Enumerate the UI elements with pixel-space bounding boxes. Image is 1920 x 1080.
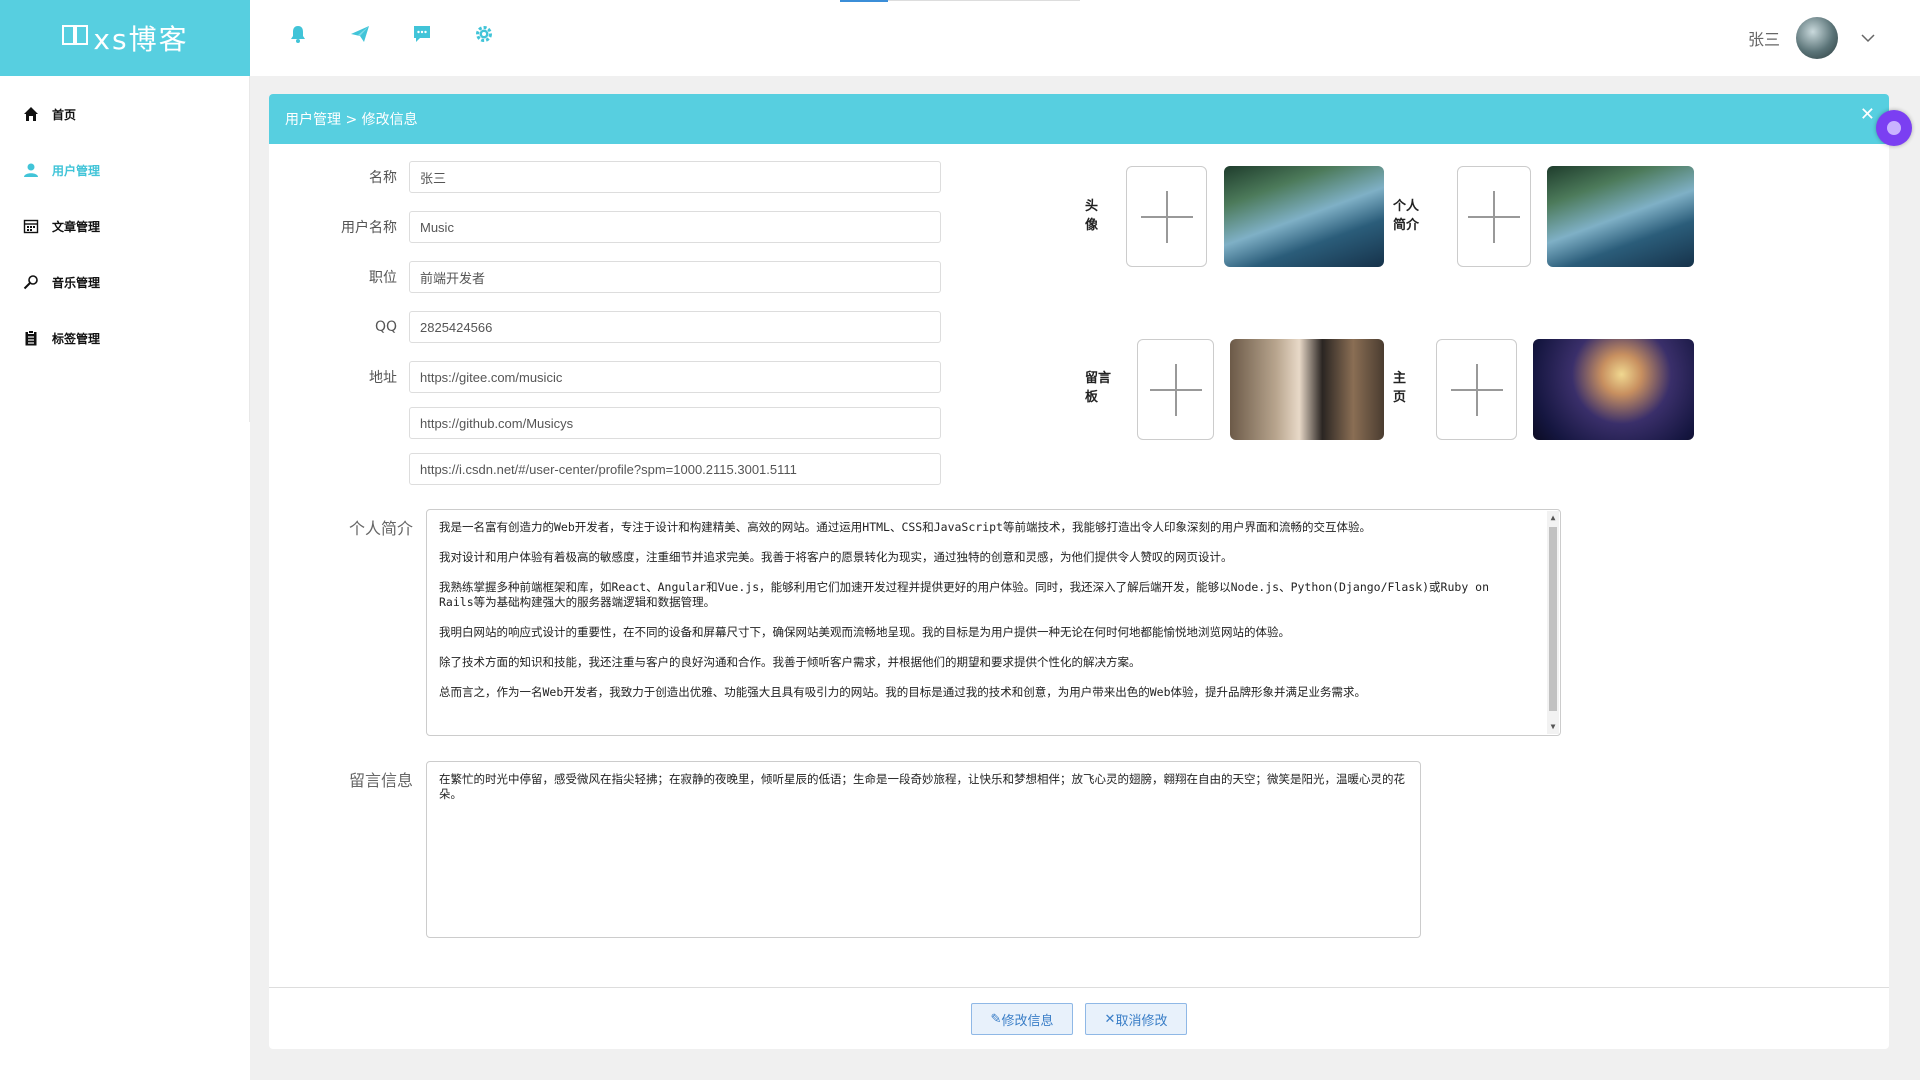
- plus-icon: [1140, 190, 1193, 243]
- sidebar-item-label: 用户管理: [52, 163, 101, 178]
- search-music-icon: [22, 273, 40, 291]
- sidebar-item-tags[interactable]: 标签管理: [0, 310, 249, 366]
- floating-assistant-button[interactable]: [1876, 110, 1912, 146]
- scroll-down-icon[interactable]: ▼: [1549, 722, 1557, 732]
- sidebar-item-label: 文章管理: [52, 219, 101, 234]
- logo-text: xs博客: [93, 23, 189, 56]
- message-text: 在繁忙的时光中停留，感受微风在指尖轻拂；在寂静的夜晚里，倾听星辰的低语；生命是一…: [439, 772, 1405, 801]
- gear-icon[interactable]: [472, 22, 496, 46]
- position-row: 职位: [269, 261, 941, 293]
- chat-icon[interactable]: [410, 22, 434, 46]
- plus-icon: [1149, 363, 1202, 416]
- address-label: 地址: [369, 370, 397, 386]
- address-row: 地址: [269, 361, 941, 393]
- avatar-image[interactable]: [1224, 166, 1384, 267]
- home-icon: [22, 105, 40, 123]
- qq-field[interactable]: [409, 311, 941, 343]
- panel-header: 用户管理 > 修改信息 ✕: [269, 94, 1889, 144]
- board-image-label: 留言板: [1085, 371, 1112, 405]
- qq-label: QQ: [374, 319, 397, 335]
- intro-paragraph: 总而言之，作为一名Web开发者，我致力于创造出优雅、功能强大且具有吸引力的网站。…: [439, 685, 1367, 699]
- intro-image-label: 个人简介: [1393, 199, 1420, 233]
- top-progress-line: [840, 0, 1080, 2]
- address-field-github[interactable]: [409, 407, 941, 439]
- name-field[interactable]: [409, 161, 941, 193]
- page-bottom: [250, 1050, 1920, 1080]
- intro-upload-button[interactable]: [1457, 166, 1531, 267]
- name-label: 名称: [369, 170, 397, 186]
- top-bar: 张三: [250, 0, 1920, 76]
- book-icon: [61, 23, 89, 54]
- clipboard-icon: [22, 329, 40, 347]
- bell-icon[interactable]: [286, 22, 310, 46]
- sidebar-item-home[interactable]: 首页: [0, 86, 249, 142]
- sidebar-item-label: 标签管理: [52, 331, 101, 346]
- edit-icon: ✎: [990, 1011, 1002, 1026]
- submit-button[interactable]: ✎ 修改信息: [971, 1003, 1073, 1035]
- address-field-gitee[interactable]: [409, 361, 941, 393]
- message-textarea[interactable]: 在繁忙的时光中停留，感受微风在指尖轻拂；在寂静的夜晚里，倾听星辰的低语；生命是一…: [426, 761, 1421, 938]
- cancel-button[interactable]: ✕ 取消修改: [1085, 1003, 1187, 1035]
- sidebar: xs博客 首页 用户管理 文章管理 音乐管理 标签管理: [0, 0, 250, 1080]
- cancel-label: 取消修改: [1115, 1012, 1168, 1028]
- board-upload-button[interactable]: [1137, 339, 1214, 440]
- close-icon[interactable]: ✕: [1860, 104, 1875, 125]
- plus-icon: [1468, 190, 1520, 243]
- breadcrumb: 用户管理 > 修改信息: [285, 112, 418, 128]
- logo[interactable]: xs博客: [0, 0, 250, 76]
- intro-paragraph: 我是一名富有创造力的Web开发者，专注于设计和构建精美、高效的网站。通过运用HT…: [439, 520, 1371, 534]
- chevron-down-icon[interactable]: [1860, 30, 1876, 46]
- scrollbar-thumb[interactable]: [1549, 527, 1557, 711]
- intro-paragraph: 我对设计和用户体验有着极高的敏感度，注重细节并追求完美。我善于将客户的愿景转化为…: [439, 550, 1233, 564]
- home-image-label: 主页: [1393, 371, 1407, 405]
- intro-image[interactable]: [1547, 166, 1694, 267]
- intro-paragraph: 我明白网站的响应式设计的重要性，在不同的设备和屏幕尺寸下，确保网站美观而流畅地呈…: [439, 625, 1290, 639]
- calendar-icon: [22, 217, 40, 235]
- position-field[interactable]: [409, 261, 941, 293]
- user-icon: [22, 161, 40, 179]
- sidebar-menu: 首页 用户管理 文章管理 音乐管理 标签管理: [0, 76, 250, 422]
- avatar-image-label: 头像: [1085, 199, 1099, 233]
- intro-textarea[interactable]: 我是一名富有创造力的Web开发者，专注于设计和构建精美、高效的网站。通过运用HT…: [426, 509, 1561, 736]
- sidebar-item-label: 首页: [52, 107, 77, 122]
- intro-paragraph: 除了技术方面的知识和技能，我还注重与客户的良好沟通和合作。我善于倾听客户需求，并…: [439, 655, 1141, 669]
- username: 张三: [1747, 30, 1780, 49]
- name-row: 名称: [269, 161, 941, 193]
- board-image[interactable]: [1230, 339, 1384, 440]
- address-field-csdn[interactable]: [409, 453, 941, 485]
- scroll-up-icon[interactable]: ▲: [1549, 513, 1557, 523]
- home-image[interactable]: [1533, 339, 1694, 440]
- user-menu[interactable]: 张三: [1748, 17, 1876, 59]
- sidebar-item-label: 音乐管理: [52, 275, 101, 290]
- position-label: 职位: [369, 270, 397, 286]
- message-label: 留言信息: [349, 771, 414, 790]
- intro-scrollbar[interactable]: ▲ ▼: [1547, 511, 1559, 734]
- submit-label: 修改信息: [1001, 1012, 1054, 1028]
- avatar-upload-button[interactable]: [1126, 166, 1207, 267]
- top-icon-bar: [286, 22, 496, 46]
- plus-icon: [1450, 363, 1503, 416]
- address-row-3: [269, 453, 941, 485]
- username-label: 用户名称: [341, 220, 397, 236]
- intro-label: 个人简介: [349, 519, 414, 538]
- username-field[interactable]: [409, 211, 941, 243]
- sidebar-item-users[interactable]: 用户管理: [0, 142, 249, 198]
- home-upload-button[interactable]: [1436, 339, 1517, 440]
- sidebar-item-articles[interactable]: 文章管理: [0, 198, 249, 254]
- qq-row: QQ: [269, 311, 941, 343]
- close-icon: ✕: [1104, 1011, 1116, 1026]
- paper-plane-icon[interactable]: [348, 22, 372, 46]
- address-row-2: [269, 407, 941, 439]
- sidebar-item-music[interactable]: 音乐管理: [0, 254, 249, 310]
- footer-divider: [269, 987, 1889, 988]
- avatar[interactable]: [1796, 17, 1838, 59]
- username-row: 用户名称: [269, 211, 941, 243]
- intro-paragraph: 我熟练掌握多种前端框架和库，如React、Angular和Vue.js，能够利用…: [439, 580, 1490, 609]
